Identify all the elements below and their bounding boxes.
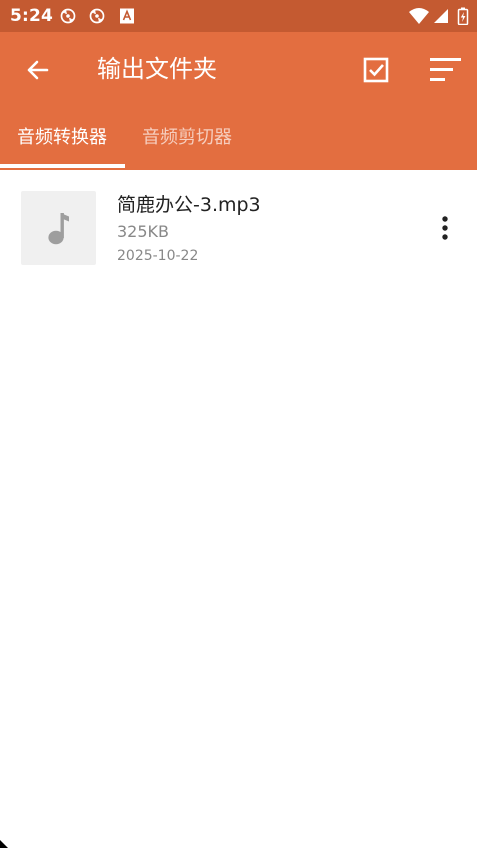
status-time: 5:24: [10, 6, 54, 26]
file-name: 简鹿办公-3.mp3: [117, 194, 261, 216]
sync-icon: [89, 8, 105, 24]
wifi-icon: [409, 8, 429, 24]
screen-corner: [0, 840, 8, 848]
tab-audio-cutter[interactable]: 音频剪切器: [142, 124, 232, 164]
tab-audio-converter[interactable]: 音频转换器: [17, 124, 107, 164]
file-thumbnail: [21, 191, 96, 265]
status-bar: 5:24: [0, 0, 477, 32]
signal-icon: [434, 9, 448, 23]
app-bar: 输出文件夹 音频转换器 音频剪切器: [0, 32, 477, 170]
select-all-button[interactable]: [356, 50, 396, 90]
tab-indicator: [0, 164, 125, 168]
file-list-item[interactable]: 简鹿办公-3.mp3 325KB 2025-10-22: [0, 172, 477, 282]
more-vert-icon[interactable]: [427, 210, 463, 246]
text-a-icon: [120, 8, 134, 24]
sort-button[interactable]: [424, 50, 466, 90]
page-title: 输出文件夹: [97, 55, 217, 83]
music-note-icon: [48, 213, 69, 245]
back-button[interactable]: [16, 48, 60, 92]
sync-icon: [60, 8, 76, 24]
file-date: 2025-10-22: [117, 248, 199, 264]
battery-icon: [457, 7, 469, 25]
file-size: 325KB: [117, 222, 170, 241]
